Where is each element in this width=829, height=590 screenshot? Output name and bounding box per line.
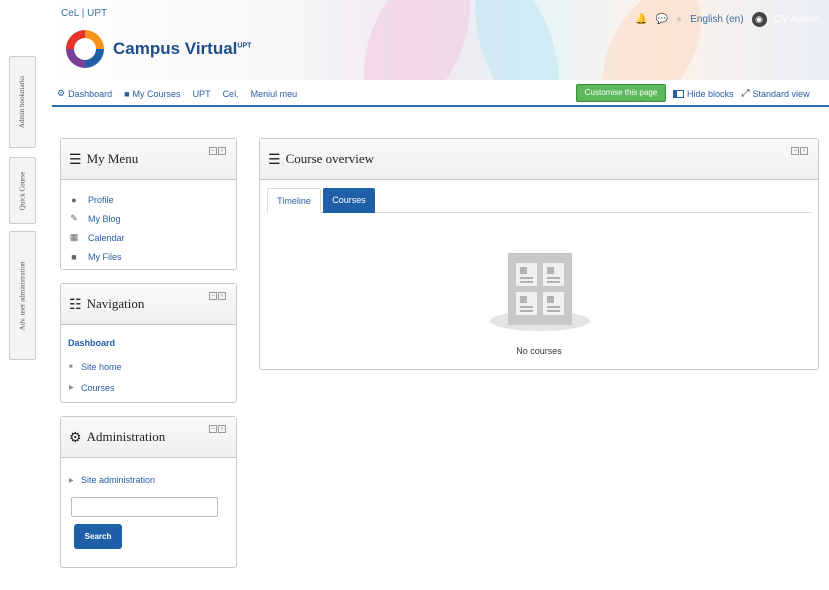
dashboard-icon: ⚙: [57, 88, 66, 98]
tab-courses[interactable]: Courses: [323, 188, 375, 213]
dock-icon[interactable]: ‹: [218, 292, 226, 300]
site-logo[interactable]: Campus VirtualUPT: [66, 30, 251, 68]
navbar: ⚙ Dashboard ■ My Courses UPT Cel. Meniul…: [52, 80, 829, 107]
hamburger-icon: ☰: [268, 150, 281, 167]
dock-tab-label: Adv. user administration: [18, 261, 27, 330]
nav-tree-dashboard[interactable]: Dashboard: [68, 335, 236, 356]
folder-icon: ■: [71, 251, 77, 262]
hide-blocks-icon: [673, 89, 684, 98]
logo-text: Campus VirtualUPT: [113, 39, 252, 58]
course-overview-block: ☰ Course overview − ‹ Timeline Courses N…: [259, 138, 819, 370]
calendar-icon: ▦: [69, 232, 79, 242]
sitemap-icon: ☷: [69, 295, 82, 312]
admin-search-button[interactable]: Search: [74, 524, 122, 549]
briefcase-icon: ■: [124, 88, 130, 99]
nav-meniul-meu[interactable]: Meniul meu: [251, 88, 298, 99]
edit-icon: ✎: [70, 213, 78, 223]
nav-my-courses[interactable]: ■ My Courses: [124, 88, 180, 99]
block-controls: − ‹: [209, 292, 226, 300]
block-header: ☰ My Menu − ‹: [61, 139, 236, 180]
my-menu-block: ☰ My Menu − ‹ ● Profile ✎ My Blog ▦ Cale…: [60, 138, 237, 270]
chat-icon[interactable]: 💬: [656, 14, 668, 25]
block-controls: − ‹: [209, 425, 226, 433]
tab-timeline[interactable]: Timeline: [267, 188, 321, 213]
header-decoration: [342, 0, 492, 80]
navigation-tree: Dashboard ■ Site home ▶ Courses: [61, 325, 236, 398]
collapse-icon[interactable]: −: [209, 147, 217, 155]
admin-search-input[interactable]: [71, 497, 218, 517]
dock-tab-adv-user-admin[interactable]: Adv. user administration: [9, 231, 36, 360]
dock-icon[interactable]: ‹: [218, 147, 226, 155]
menu-item-profile[interactable]: ● Profile: [69, 190, 236, 209]
standard-view-button[interactable]: ⤢ Standard view: [742, 88, 810, 99]
block-title: My Menu: [86, 151, 139, 166]
nav-links: ⚙ Dashboard ■ My Courses UPT Cel. Meniul…: [57, 88, 297, 99]
language-selector[interactable]: English (en): [690, 14, 743, 25]
nav-upt[interactable]: UPT: [193, 88, 211, 99]
no-courses-message: No courses: [516, 346, 562, 356]
campus-logo-icon: [66, 30, 104, 68]
nav-cel[interactable]: Cel.: [223, 88, 239, 99]
nav-dashboard[interactable]: ⚙ Dashboard: [57, 88, 112, 99]
dock-icon[interactable]: ‹: [800, 147, 808, 155]
bullet-icon: ■: [69, 363, 73, 370]
hide-blocks-button[interactable]: Hide blocks: [673, 88, 734, 99]
language-globe-icon: ●: [676, 14, 683, 25]
collapse-icon[interactable]: −: [209, 292, 217, 300]
expand-arrows-icon: ⤢: [741, 88, 750, 99]
nav-view-controls: Hide blocks ⤢ Standard view: [673, 88, 810, 99]
block-title: Navigation: [86, 296, 145, 311]
gears-icon: ⚙: [69, 428, 82, 445]
block-header: ☷ Navigation − ‹: [61, 284, 236, 325]
user-menu: 🔔 💬 ● English (en) ◉ CV Admin: [635, 12, 819, 27]
block-title: Administration: [86, 429, 166, 444]
menu-item-my-files[interactable]: ■ My Files: [69, 247, 236, 266]
bell-icon[interactable]: 🔔: [635, 14, 647, 25]
chevron-right-icon: ▶: [69, 385, 74, 391]
customise-page-button[interactable]: Customise this page: [576, 84, 666, 102]
course-overview-tabs: Timeline Courses: [267, 188, 811, 213]
block-header: ⚙ Administration − ‹: [61, 417, 236, 458]
navigation-block: ☷ Navigation − ‹ Dashboard ■ Site home ▶…: [60, 283, 237, 403]
dock-tab-quick-course[interactable]: Quick Course: [9, 157, 36, 224]
dock-tab-admin-bookmarks[interactable]: Admin bookmarks: [9, 56, 36, 148]
dock-icon[interactable]: ‹: [218, 425, 226, 433]
admin-tree: ▶ Site administration: [61, 458, 236, 487]
collapse-icon[interactable]: −: [791, 147, 799, 155]
block-title: Course overview: [285, 151, 375, 166]
administration-block: ⚙ Administration − ‹ ▶ Site administrati…: [60, 416, 237, 568]
menu-item-my-blog[interactable]: ✎ My Blog: [69, 209, 236, 228]
site-link[interactable]: CeL | UPT: [61, 8, 107, 19]
hamburger-icon: ☰: [69, 150, 82, 167]
my-menu-list: ● Profile ✎ My Blog ▦ Calendar ■ My File…: [61, 180, 236, 266]
user-name[interactable]: CV Admin: [775, 14, 819, 25]
collapse-icon[interactable]: −: [209, 425, 217, 433]
header-decoration: [458, 0, 576, 80]
site-header: CeL | UPT Campus VirtualUPT 🔔 💬 ● Englis…: [52, 0, 829, 80]
chevron-right-icon: ▶: [69, 477, 74, 484]
course-cards-icon: [508, 253, 572, 325]
avatar[interactable]: ◉: [751, 12, 767, 27]
dock-tab-label: Quick Course: [18, 171, 27, 210]
nav-tree-courses[interactable]: ▶ Courses: [68, 377, 236, 398]
block-controls: − ‹: [791, 147, 808, 155]
menu-item-calendar[interactable]: ▦ Calendar: [69, 228, 236, 247]
block-controls: − ‹: [209, 147, 226, 155]
admin-site-administration[interactable]: ▶ Site administration: [69, 473, 236, 487]
nav-tree-site-home[interactable]: ■ Site home: [68, 356, 236, 377]
dock-tab-label: Admin bookmarks: [18, 75, 27, 129]
block-header: ☰ Course overview − ‹: [260, 139, 818, 180]
user-icon: ●: [71, 194, 77, 205]
no-courses-illustration: [490, 249, 590, 339]
